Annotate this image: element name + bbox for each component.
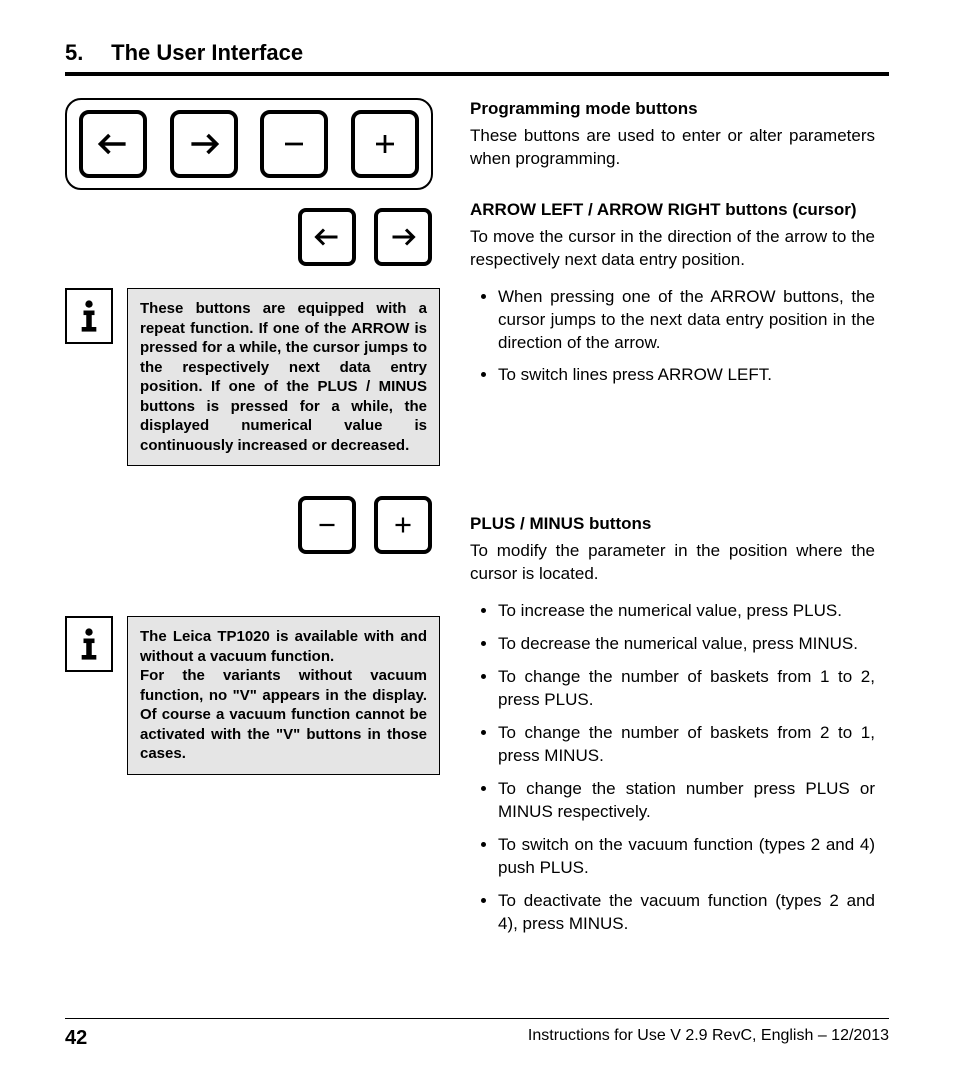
list-item: When pressing one of the ARROW buttons, … <box>498 286 875 355</box>
note-vacuum: The Leica TP1020 is available with and w… <box>127 616 440 775</box>
button-panel <box>65 98 433 190</box>
arrow-bullets: When pressing one of the ARROW buttons, … <box>470 286 875 388</box>
minus-icon <box>298 496 356 554</box>
footer-text: Instructions for Use V 2.9 RevC, English… <box>528 1027 889 1050</box>
list-item: To decrease the numerical value, press M… <box>498 633 875 656</box>
heading-programming-mode: Programming mode buttons <box>470 98 875 121</box>
arrow-right-icon <box>374 208 432 266</box>
section-number: 5. <box>65 40 105 66</box>
heading-arrow-buttons: ARROW LEFT / ARROW RIGHT buttons (cursor… <box>470 199 875 222</box>
text-arrow-buttons: To move the cursor in the direction of t… <box>470 226 875 272</box>
list-item: To change the station number press PLUS … <box>498 778 875 824</box>
plus-minus-button-pair <box>65 496 432 554</box>
heading-plus-minus: PLUS / MINUS buttons <box>470 513 875 536</box>
page-number: 42 <box>65 1027 87 1050</box>
arrow-button-pair <box>65 208 432 266</box>
page-footer: 42 Instructions for Use V 2.9 RevC, Engl… <box>65 1018 889 1050</box>
list-item: To change the number of baskets from 2 t… <box>498 722 875 768</box>
note-vacuum-bold: The Leica TP1020 is available with and w… <box>140 628 427 665</box>
info-icon <box>65 616 113 672</box>
arrow-left-icon <box>79 110 147 178</box>
plus-icon <box>374 496 432 554</box>
list-item: To switch on the vacuum function (types … <box>498 834 875 880</box>
section-title: The User Interface <box>111 40 303 65</box>
plus-minus-bullets: To increase the numerical value, press P… <box>470 600 875 935</box>
list-item: To change the number of baskets from 1 t… <box>498 666 875 712</box>
info-icon <box>65 288 113 344</box>
note-vacuum-rest: For the variants without vacuum function… <box>140 667 427 762</box>
section-header: 5. The User Interface <box>65 40 889 76</box>
list-item: To increase the numerical value, press P… <box>498 600 875 623</box>
minus-icon <box>260 110 328 178</box>
plus-icon <box>351 110 419 178</box>
arrow-left-icon <box>298 208 356 266</box>
list-item: To switch lines press ARROW LEFT. <box>498 364 875 387</box>
text-plus-minus: To modify the parameter in the position … <box>470 540 875 586</box>
list-item: To deactivate the vacuum function (types… <box>498 890 875 936</box>
note-repeat-function: These buttons are equipped with a repeat… <box>127 288 440 466</box>
arrow-right-icon <box>170 110 238 178</box>
text-programming-mode: These buttons are used to enter or alter… <box>470 125 875 171</box>
